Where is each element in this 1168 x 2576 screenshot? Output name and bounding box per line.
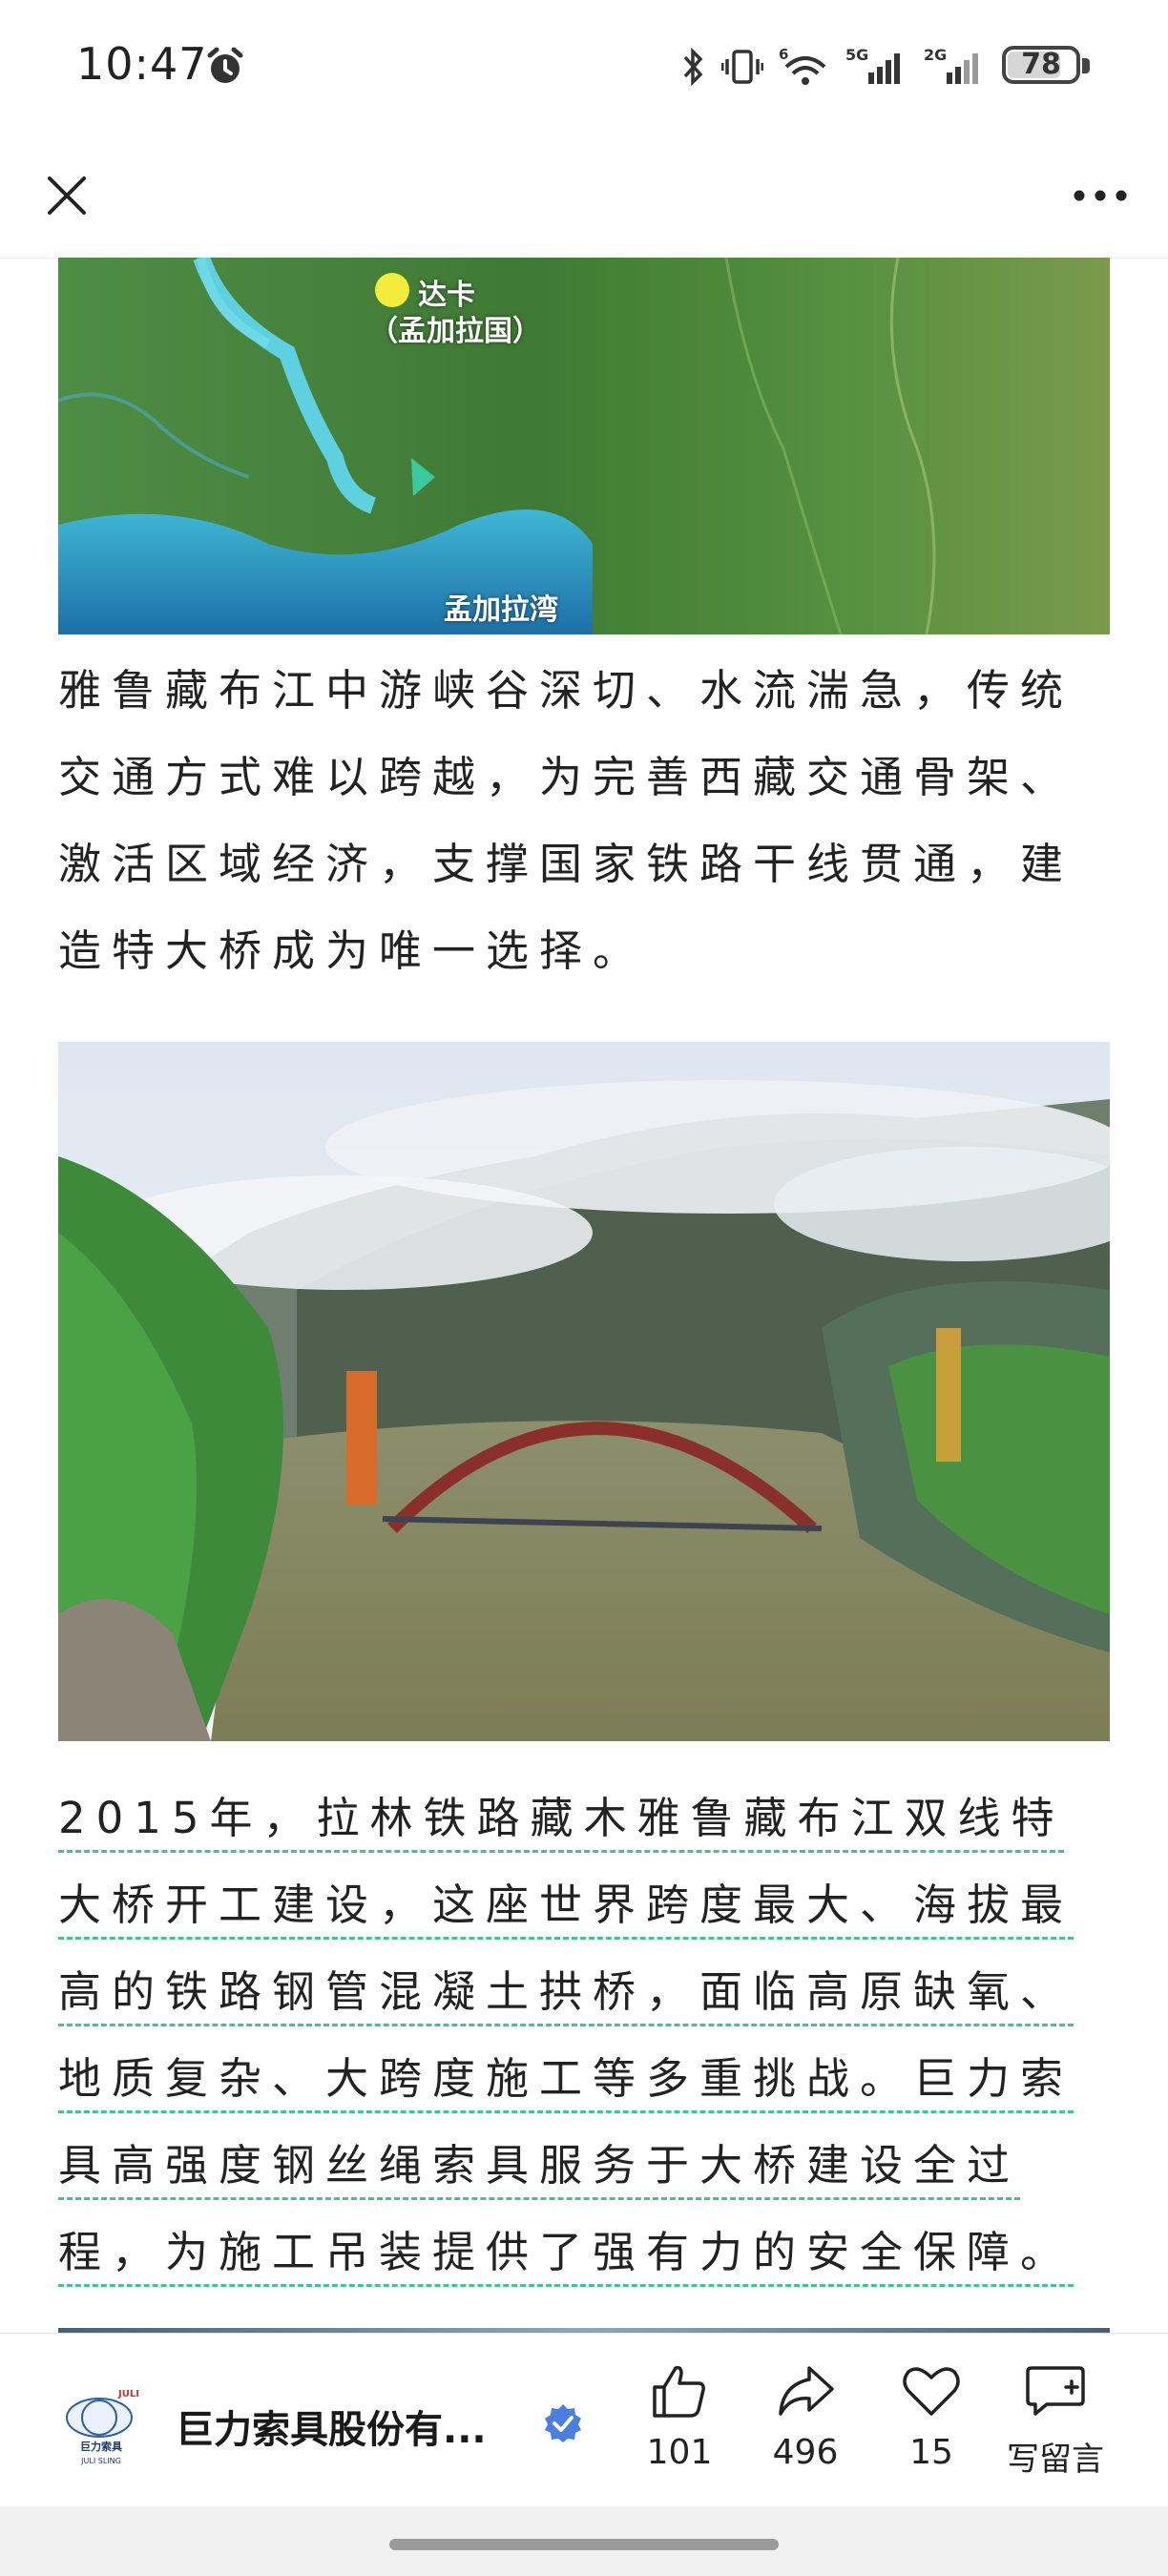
like-count: 101 [646,2433,713,2472]
article-content: 达卡 （孟加拉国） 孟加拉湾 雅鲁藏布江中游峡谷深切、水流湍急，传统交通方式难以… [0,258,1168,2333]
share-count: 496 [772,2433,839,2472]
map-label-country: （孟加拉国） [369,315,541,348]
gesture-area [0,2506,1168,2576]
heart-icon [903,2367,960,2416]
share-icon [779,2366,834,2416]
map-image: 达卡 （孟加拉国） 孟加拉湾 [58,258,1110,634]
status-bar: 10:47 6 5G 2G 78 [0,0,1168,134]
more-button[interactable] [1057,157,1143,234]
comment-icon [1026,2366,1085,2416]
cellular-signal-icon-2: 2G [924,46,978,84]
wifi-icon: 6 [779,46,826,85]
more-icon [1074,190,1127,201]
article-paragraph-1: 雅鲁藏布江中游峡谷深切、水流湍急，传统交通方式难以跨越，为完善西藏交通骨架、激活… [58,665,1074,976]
status-icons: 6 5G 2G 78 [681,38,1094,95]
bluetooth-icon [683,47,703,87]
write-comment-button[interactable]: 写留言 [992,2362,1118,2480]
account-logo[interactable]: JULI 巨力索具 JULI SLING [55,2379,147,2471]
alarm-icon [207,47,243,83]
home-gesture-bar[interactable] [389,2539,779,2550]
bridge-photo [58,1042,1110,1741]
cellular-signal-icon: 5G [845,46,900,84]
linked-text[interactable]: 2015年，拉林铁路藏木雅鲁藏布江双线特大桥开工建设，这座世界跨度最大、海拔最高… [58,1793,1074,2277]
article-paragraph-2: 2015年，拉林铁路藏木雅鲁藏布江双线特大桥开工建设，这座世界跨度最大、海拔最高… [58,1775,1110,2296]
share-button[interactable]: 496 [748,2362,863,2472]
signal-label-1: 5G [845,46,868,64]
wifi-badge: 6 [779,46,788,63]
battery-icon: 78 [1002,46,1094,88]
logo-text-cn: 巨力索具 [80,2440,122,2453]
map-label-bay: 孟加拉湾 [444,593,558,627]
favorite-count: 15 [909,2433,953,2472]
logo-text-en: JULI SLING [80,2457,121,2465]
status-time: 10:47 [76,38,208,90]
verified-icon [545,2404,581,2442]
thumbs-up-icon [653,2365,705,2418]
vibrate-icon [721,50,763,84]
write-comment-label: 写留言 [1007,2441,1104,2479]
signal-label-2: 2G [924,46,947,64]
close-icon [48,177,86,215]
bottom-action-bar: JULI 巨力索具 JULI SLING 巨力索具股份有... 101 496 … [0,2333,1168,2507]
account-name[interactable]: 巨力索具股份有... [176,2399,487,2454]
close-button[interactable] [29,157,105,234]
logo-text-top: JULI [117,2389,139,2399]
like-button[interactable]: 101 [622,2362,737,2472]
favorite-button[interactable]: 15 [874,2362,989,2472]
nav-bar [0,134,1168,259]
battery-level: 78 [1021,48,1061,81]
